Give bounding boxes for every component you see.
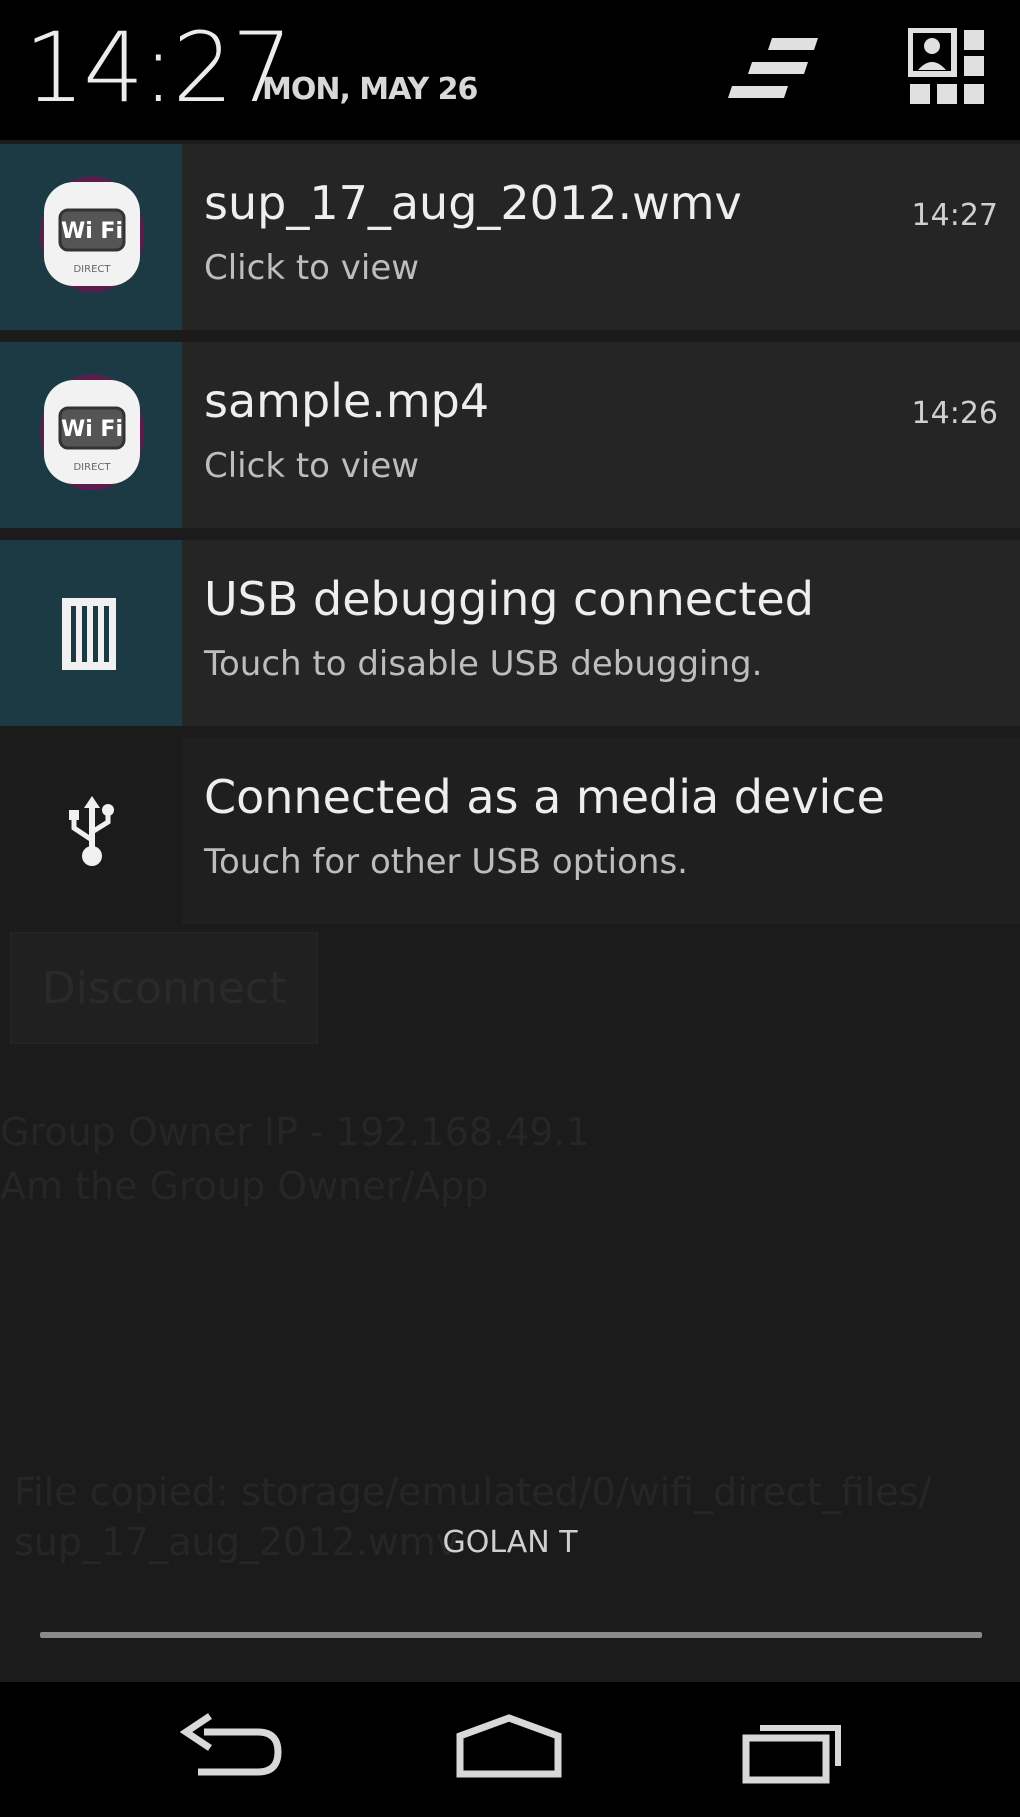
navigation-bar — [0, 1682, 1020, 1817]
svg-text:DIRECT: DIRECT — [73, 264, 111, 275]
recents-icon[interactable] — [740, 1710, 850, 1790]
notification-icon-area — [0, 540, 182, 726]
disconnect-button: Disconnect — [10, 932, 318, 1044]
notification-icon-area: Wi Fi DIRECT — [0, 144, 182, 330]
shade-drag-handle[interactable] — [40, 1632, 982, 1638]
date-label: MON, MAY 26 — [262, 72, 478, 107]
carrier-label: GOLAN T — [442, 1525, 578, 1560]
notification-file-1[interactable]: Wi Fi DIRECT sup_17_aug_2012.wmv Click t… — [0, 144, 1020, 330]
wifi-direct-app-icon: Wi Fi DIRECT — [40, 374, 144, 490]
svg-text:Wi Fi: Wi Fi — [61, 417, 123, 442]
group-owner-ip-text: Group Owner IP - 192.168.49.1 — [0, 1110, 590, 1154]
notification-title: sup_17_aug_2012.wmv — [204, 176, 742, 230]
usb-icon — [69, 796, 114, 866]
notification-icon-area — [0, 738, 182, 924]
file-copied-text: File copied: storage/emulated/0/wifi_dir… — [14, 1470, 932, 1514]
svg-text:Wi Fi: Wi Fi — [61, 219, 123, 244]
back-icon[interactable] — [174, 1710, 284, 1790]
home-icon[interactable] — [454, 1710, 564, 1790]
group-owner-text: Am the Group Owner/App — [0, 1164, 489, 1208]
notification-media-device[interactable]: Connected as a media device Touch for ot… — [0, 738, 1020, 924]
usb-debug-icon — [62, 598, 116, 670]
notification-title: Connected as a media device — [204, 770, 885, 824]
notification-icon-area: Wi Fi DIRECT — [0, 342, 182, 528]
background-app: Disconnect Group Owner IP - 192.168.49.1… — [0, 920, 1020, 1580]
notification-subtitle: Click to view — [204, 446, 420, 486]
notification-title: sample.mp4 — [204, 374, 490, 428]
notification-subtitle: Touch for other USB options. — [204, 842, 688, 882]
notification-file-2[interactable]: Wi Fi DIRECT sample.mp4 Click to view 14… — [0, 342, 1020, 528]
quick-settings-icon[interactable] — [908, 28, 988, 108]
settings-toggle-icon[interactable] — [728, 34, 820, 104]
notification-time: 14:27 — [911, 198, 998, 233]
notification-title: USB debugging connected — [204, 572, 814, 626]
notification-subtitle: Touch to disable USB debugging. — [204, 644, 763, 684]
notification-time: 14:26 — [911, 396, 998, 431]
clock: 14:27 — [24, 12, 293, 124]
svg-text:DIRECT: DIRECT — [73, 462, 111, 473]
wifi-direct-app-icon: Wi Fi DIRECT — [40, 176, 144, 292]
notification-usb-debugging[interactable]: USB debugging connected Touch to disable… — [0, 540, 1020, 726]
status-header: 14:27 MON, MAY 26 — [0, 0, 1020, 140]
notification-subtitle: Click to view — [204, 248, 420, 288]
